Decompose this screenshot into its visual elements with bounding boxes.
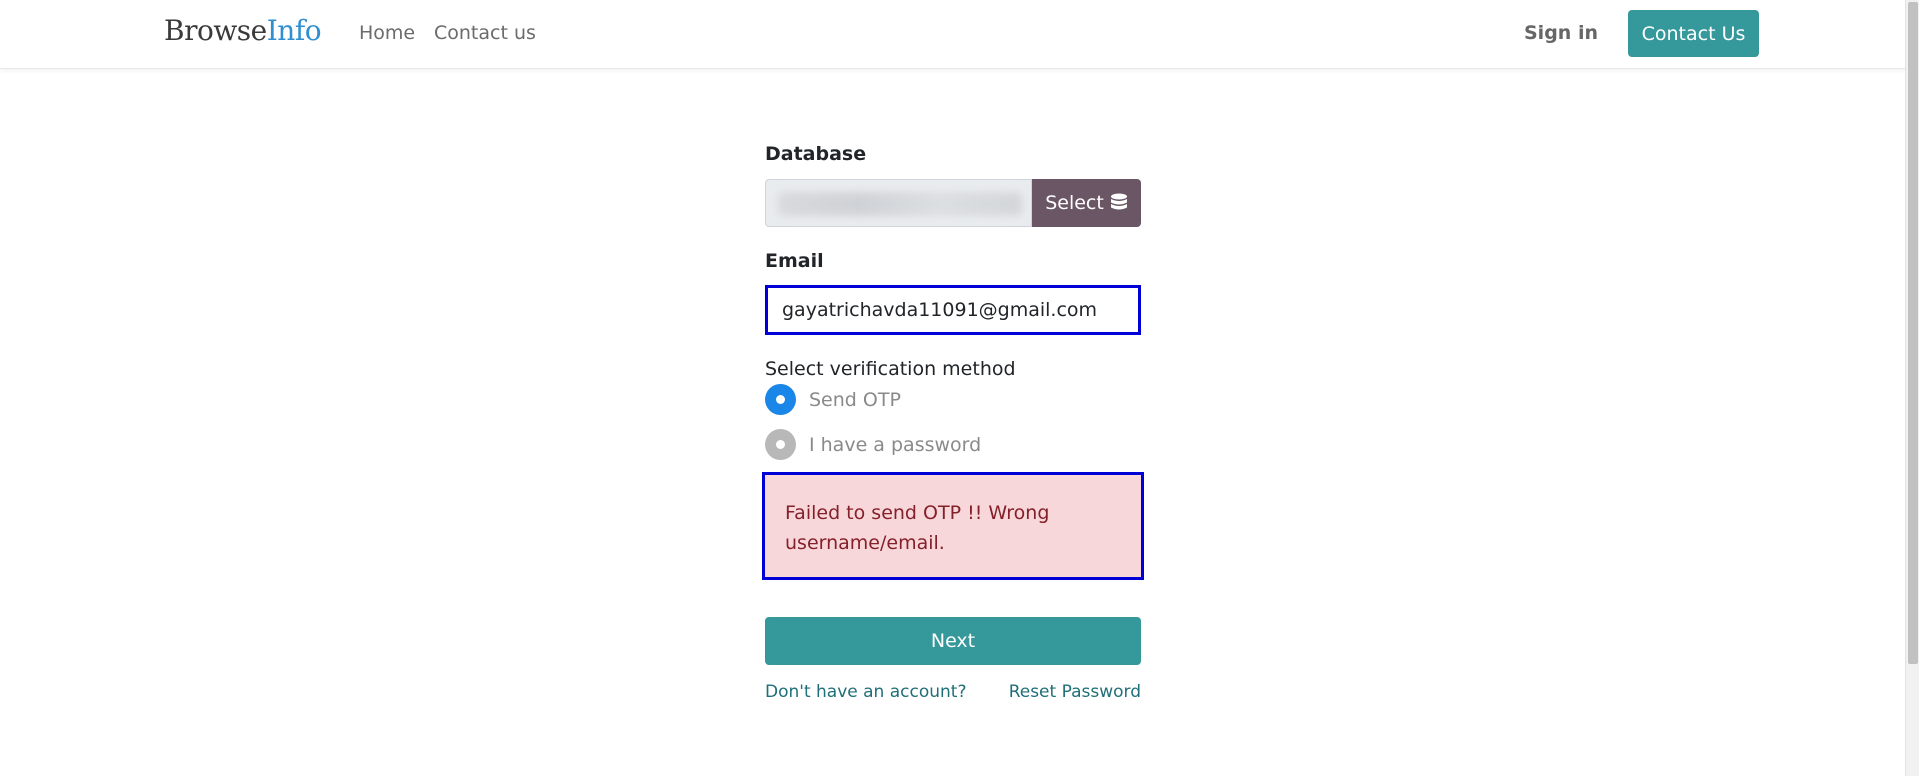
radio-send-otp[interactable]: Send OTP bbox=[765, 384, 901, 415]
signup-link[interactable]: Don't have an account? bbox=[765, 682, 966, 702]
database-input-group: Select bbox=[765, 179, 1141, 227]
sign-in-link[interactable]: Sign in bbox=[1524, 22, 1598, 44]
database-field[interactable] bbox=[765, 179, 1032, 227]
page-scrollbar[interactable] bbox=[1905, 0, 1919, 776]
brand-part1: Browse bbox=[164, 14, 267, 47]
database-icon bbox=[1110, 193, 1127, 210]
navbar: BrowseInfo Home Contact us Sign in Conta… bbox=[0, 0, 1905, 69]
reset-password-link[interactable]: Reset Password bbox=[1009, 682, 1141, 702]
database-value-blurred bbox=[778, 192, 1022, 216]
verification-method-label: Select verification method bbox=[765, 358, 1016, 380]
select-database-button[interactable]: Select bbox=[1032, 179, 1141, 227]
database-label: Database bbox=[765, 143, 867, 165]
radio-send-otp-button[interactable] bbox=[765, 384, 796, 415]
radio-send-otp-label: Send OTP bbox=[809, 388, 901, 411]
radio-password-button[interactable] bbox=[765, 429, 796, 460]
nav-home-link[interactable]: Home bbox=[359, 22, 415, 44]
next-button[interactable]: Next bbox=[765, 617, 1141, 665]
contact-us-button[interactable]: Contact Us bbox=[1628, 10, 1759, 57]
brand-part2: Info bbox=[266, 14, 322, 47]
error-alert: Failed to send OTP !! Wrong username/ema… bbox=[762, 472, 1144, 580]
nav-contact-link[interactable]: Contact us bbox=[434, 22, 536, 44]
radio-password-label: I have a password bbox=[809, 433, 982, 456]
email-label: Email bbox=[765, 250, 824, 272]
email-field[interactable]: gayatrichavda11091@gmail.com bbox=[765, 285, 1141, 335]
radio-password[interactable]: I have a password bbox=[765, 429, 981, 460]
brand-logo[interactable]: BrowseInfo bbox=[164, 14, 322, 47]
scrollbar-thumb[interactable] bbox=[1908, 2, 1918, 664]
select-button-label: Select bbox=[1045, 192, 1104, 214]
